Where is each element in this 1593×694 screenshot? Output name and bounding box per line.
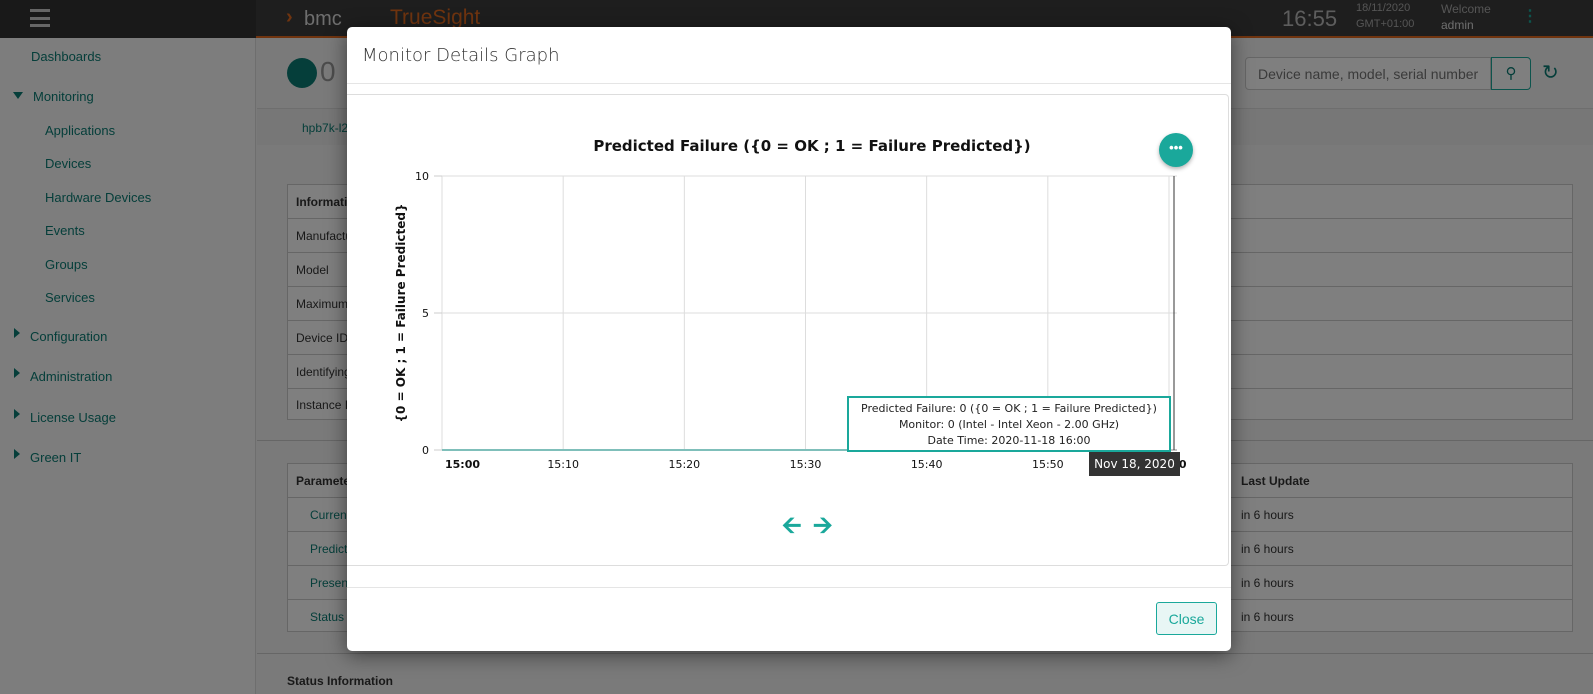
- tooltip-line: Monitor: 0 (Intel - Intel Xeon - 2.00 GH…: [898, 418, 1120, 431]
- tooltip-line: Predicted Failure: 0 ({0 = OK ; 1 = Fail…: [861, 402, 1157, 415]
- monitor-details-modal: Monitor Details Graph Close: [347, 27, 1231, 651]
- divider: [347, 587, 1231, 588]
- chart-menu-button[interactable]: •••: [1159, 133, 1193, 167]
- arrow-right-icon[interactable]: 🡪: [813, 508, 833, 549]
- chart-panel: [347, 94, 1229, 566]
- chart-tooltip: Predicted Failure: 0 ({0 = OK ; 1 = Fail…: [847, 396, 1171, 452]
- crosshair-date-label: Nov 18, 2020: [1089, 452, 1180, 476]
- arrow-left-icon[interactable]: 🡨: [782, 508, 802, 549]
- divider: [347, 83, 1231, 84]
- tooltip-line: Date Time: 2020-11-18 16:00: [927, 434, 1091, 447]
- ellipsis-icon: •••: [1169, 140, 1183, 155]
- modal-title: Monitor Details Graph: [362, 45, 560, 66]
- close-button[interactable]: Close: [1156, 602, 1217, 635]
